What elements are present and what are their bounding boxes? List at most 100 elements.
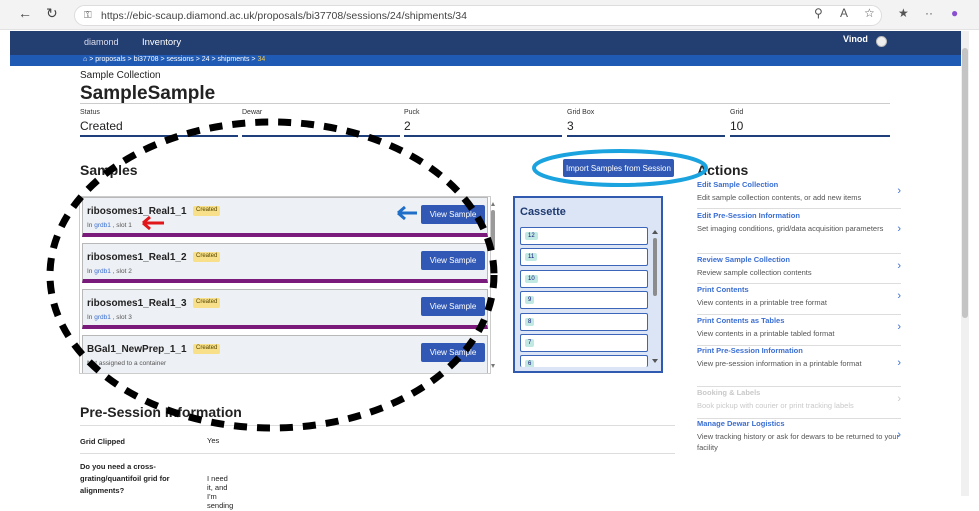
address-bar[interactable]: ⚿ https://ebic-scaup.diamond.ac.uk/propo… xyxy=(74,5,882,26)
action-title: Manage Dewar Logistics xyxy=(697,419,785,428)
grid-field[interactable]: Grid 10 xyxy=(730,109,890,137)
back-icon[interactable]: ← xyxy=(18,5,32,21)
page-scrollbar-thumb[interactable] xyxy=(962,48,968,318)
page-kicker: Sample Collection xyxy=(80,70,161,81)
action-review-sample-collection[interactable]: Review Sample Collection Review sample c… xyxy=(697,255,901,284)
favorite-icon[interactable]: ☆ xyxy=(864,6,875,20)
actions-heading: Actions xyxy=(697,162,749,178)
action-edit-pre-session[interactable]: Edit Pre-Session Information Set imaging… xyxy=(697,211,901,254)
cassette-slot[interactable]: 8 xyxy=(520,313,648,331)
view-sample-button[interactable]: View Sample xyxy=(421,205,485,224)
action-print-contents[interactable]: Print Contents View contents in a printa… xyxy=(697,285,901,315)
favorites-bar-icon[interactable]: ★ xyxy=(898,6,909,20)
field-value: 2 xyxy=(404,119,411,133)
action-title: Print Pre-Session Information xyxy=(697,346,803,355)
import-samples-button[interactable]: Import Samples from Session xyxy=(563,159,674,177)
samples-heading: Samples xyxy=(80,162,138,178)
field-label: Grid Box xyxy=(567,109,595,116)
location-prefix: Not assigned to a container xyxy=(87,360,167,367)
sample-name: ribosomes1_Real1_1 xyxy=(87,206,187,217)
slot-number: 7 xyxy=(525,339,535,347)
copilot-icon[interactable]: ● xyxy=(951,6,958,20)
nav-inventory-link[interactable]: Inventory xyxy=(142,37,181,48)
cassette-slot[interactable]: 6 xyxy=(520,355,648,367)
reload-icon[interactable]: ↻ xyxy=(46,5,58,22)
lock-icon: ⚿ xyxy=(84,10,92,21)
puck-field[interactable]: Puck 2 xyxy=(404,109,562,137)
cassette-scrollbar[interactable] xyxy=(651,228,659,366)
breadcrumb-sessions[interactable]: sessions xyxy=(167,56,194,63)
view-sample-button[interactable]: View Sample xyxy=(421,251,485,270)
action-description: Edit sample collection contents, or add … xyxy=(697,193,862,202)
sample-name: ribosomes1_Real1_3 xyxy=(87,298,187,309)
cassette-slot[interactable]: 10 xyxy=(520,270,648,288)
action-print-contents-tables[interactable]: Print Contents as Tables View contents i… xyxy=(697,316,901,346)
view-sample-button[interactable]: View Sample xyxy=(421,343,485,362)
action-print-pre-session[interactable]: Print Pre-Session Information View pre-s… xyxy=(697,346,901,387)
container-link[interactable]: grdb1 xyxy=(94,222,111,229)
breadcrumb-proposal[interactable]: bi37708 xyxy=(134,56,159,63)
view-sample-button[interactable]: View Sample xyxy=(421,297,485,316)
breadcrumb-shipments[interactable]: shipments xyxy=(218,56,250,63)
top-navbar: diamond Inventory Vinod xyxy=(10,31,961,55)
sample-card: ribosomes1_Real1_3 Created In grdb1 , sl… xyxy=(82,289,488,329)
slot-number: 8 xyxy=(525,318,535,326)
grid-box-field[interactable]: Grid Box 3 xyxy=(567,109,725,137)
action-title: Booking & Labels xyxy=(697,388,761,397)
container-link[interactable]: grdb1 xyxy=(94,268,111,275)
diamond-logo[interactable]: diamond xyxy=(84,37,119,47)
page-title: SampleSample xyxy=(80,83,216,104)
presession-heading: Pre-Session Information xyxy=(80,404,242,420)
status-badge: Created xyxy=(193,298,221,308)
breadcrumb-sep: > xyxy=(127,56,132,63)
sample-name: ribosomes1_Real1_2 xyxy=(87,252,187,263)
status-badge: Created xyxy=(193,206,221,216)
slot-number: 6 xyxy=(525,360,535,367)
action-manage-dewar-logistics[interactable]: Manage Dewar Logistics View tracking his… xyxy=(697,419,901,459)
chevron-right-icon: › xyxy=(897,429,901,441)
action-title: Review Sample Collection xyxy=(697,255,790,264)
cassette-panel: Cassette 12 11 10 9 8 7 6 xyxy=(513,196,663,373)
container-link[interactable]: grdb1 xyxy=(94,314,111,321)
user-name[interactable]: Vinod xyxy=(843,34,868,44)
location-slot: , slot 2 xyxy=(110,268,132,275)
dewar-field[interactable]: Dewar xyxy=(242,109,400,137)
field-label: Puck xyxy=(404,109,420,116)
action-title: Edit Sample Collection xyxy=(697,180,779,189)
sample-location: In grdb1 , slot 3 xyxy=(87,314,132,321)
cassette-slot[interactable]: 11 xyxy=(520,248,648,266)
slot-number: 12 xyxy=(525,232,538,240)
breadcrumb-sep: > xyxy=(211,56,216,63)
read-aloud-icon[interactable]: A xyxy=(840,6,848,20)
cassette-slot[interactable]: 7 xyxy=(520,334,648,352)
status-field[interactable]: Status Created xyxy=(80,109,238,137)
cassette-slot[interactable]: 9 xyxy=(520,291,648,309)
cassette-slot[interactable]: 12 xyxy=(520,227,648,245)
breadcrumb-session[interactable]: 24 xyxy=(202,56,210,63)
location-slot: , slot 3 xyxy=(110,314,132,321)
chevron-right-icon: › xyxy=(897,290,901,302)
sample-card: ribosomes1_Real1_2 Created In grdb1 , sl… xyxy=(82,243,488,283)
breadcrumb-sep: > xyxy=(195,56,200,63)
presession-value: Yes xyxy=(207,436,220,445)
action-description: View contents in a printable tabled form… xyxy=(697,329,835,338)
breadcrumb-sep: > xyxy=(160,56,165,63)
slot-number: 11 xyxy=(525,253,538,261)
field-label: Dewar xyxy=(242,109,263,116)
action-edit-sample-collection[interactable]: Edit Sample Collection Edit sample colle… xyxy=(697,180,901,209)
breadcrumb-proposals[interactable]: proposals xyxy=(95,56,125,63)
samples-list-scrollbar[interactable] xyxy=(490,200,496,370)
action-description: View tracking history or ask for dewars … xyxy=(697,432,900,452)
sample-location: In grdb1 , slot 2 xyxy=(87,268,132,275)
home-icon[interactable]: ⌂ xyxy=(83,56,87,63)
zoom-icon[interactable]: ⚲ xyxy=(814,6,823,20)
field-value: Created xyxy=(80,119,123,133)
chevron-right-icon: › xyxy=(897,357,901,369)
location-slot: , slot 1 xyxy=(110,222,132,229)
action-title: Edit Pre-Session Information xyxy=(697,211,800,220)
breadcrumb: ⌂ > proposals > bi37708 > sessions > 24 … xyxy=(10,55,961,66)
user-avatar-icon[interactable] xyxy=(876,36,887,47)
sample-location: In grdb1 , slot 1 xyxy=(87,222,132,229)
sample-card: ribosomes1_Real1_1 Created In grdb1 , sl… xyxy=(82,197,488,237)
extensions-icon[interactable]: ·· xyxy=(925,6,933,20)
